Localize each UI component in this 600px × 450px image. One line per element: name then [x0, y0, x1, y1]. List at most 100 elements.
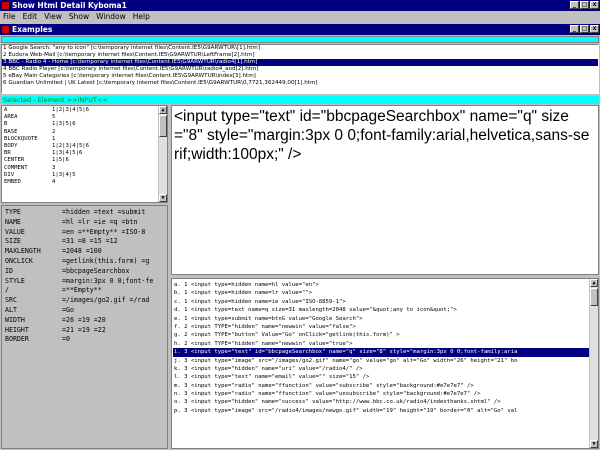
tag-document-counts: 1|3|5|6	[52, 121, 76, 128]
source-line[interactable]: f. 2 <input TYPE="hidden" name="newwin" …	[173, 323, 590, 331]
minimize-button[interactable]: _	[570, 1, 579, 9]
scrollbar-thumb[interactable]	[159, 115, 167, 137]
attribute-values: =/images/go2.gif =/rad	[62, 296, 150, 305]
attribute-values: =31 =8 =15 =12	[62, 237, 118, 246]
html-preview-panel[interactable]: <input type="text" id="bbcpageSearchbox"…	[171, 105, 599, 275]
scroll-up-icon[interactable]: ▲	[159, 106, 167, 114]
source-list-panel[interactable]: a. 1 <input type=hidden name=hl value="e…	[171, 278, 599, 449]
menu-show[interactable]: Show	[69, 11, 89, 22]
source-line[interactable]: k. 3 <input type="hidden" name="uri" val…	[173, 365, 590, 373]
attribute-name: ID	[5, 266, 13, 275]
scrollbar-thumb[interactable]	[590, 288, 598, 306]
attribute-name: ALT	[5, 305, 17, 314]
tag-list-item[interactable]: BODY 1|2|3|4|5|6	[4, 143, 159, 150]
scroll-down-icon[interactable]: ▼	[590, 440, 598, 448]
document-list-item[interactable]: 6 Guardian Unlimited | UK Latest [c:\tem…	[2, 80, 598, 87]
attribute-row: BORDER =0	[5, 335, 153, 345]
tag-name: COMMENT	[4, 164, 28, 171]
source-line[interactable]: n. 3 <input type="radio" name="ffunction…	[173, 390, 590, 398]
attribute-name: VALUE	[5, 227, 25, 236]
tag-list-item[interactable]: B 1|3|5|6	[4, 121, 159, 128]
tag-list-item[interactable]: BR 1|3|4|5|6	[4, 150, 159, 157]
attribute-row: WIDTH =26 =19 =20	[5, 316, 153, 326]
source-list-scrollbar[interactable]: ▲ ▼	[589, 279, 598, 448]
attribute-values: =2048 =100	[62, 247, 102, 256]
tag-list-item[interactable]: AREA 5	[4, 114, 159, 121]
scroll-down-icon[interactable]: ▼	[159, 194, 167, 202]
source-line[interactable]: j. 3 <input type="image" src="/images/go…	[173, 357, 590, 365]
source-line[interactable]: g. 2 <input TYPE="button" Value="Go" onC…	[173, 331, 590, 339]
tag-list-item[interactable]: BASE 2	[4, 129, 159, 136]
tag-document-counts: 1|2|3|4|5|6	[52, 142, 90, 149]
app-icon[interactable]	[2, 2, 9, 9]
document-list-item[interactable]: 5 eBay Main Categories [c:\temporary int…	[2, 73, 598, 80]
document-list-item[interactable]: 4 BBC Radio Player [c:\temporary interne…	[2, 66, 598, 73]
maximize-button[interactable]: □	[580, 1, 589, 9]
source-line[interactable]: m. 3 <input type="radio" name="ffunction…	[173, 382, 590, 390]
menu-view[interactable]: View	[44, 11, 62, 22]
source-line[interactable]: h. 2 <input TYPE="hidden" name="newwin" …	[173, 340, 590, 348]
source-line[interactable]: o. 3 <input type="hidden" name="success"…	[173, 398, 590, 406]
source-line[interactable]: a. 1 <input type=hidden name=hl value="e…	[173, 281, 590, 289]
attribute-name: ONCLICK	[5, 256, 33, 265]
attribute-name: WIDTH	[5, 315, 25, 324]
source-line[interactable]: b. 1 <input type=hidden name=lr value=""…	[173, 289, 590, 297]
document-list[interactable]: 1 Google Search: "any to icon" [c:\tempo…	[1, 44, 599, 94]
tag-list-item[interactable]: BLOCKQUOTE 1	[4, 136, 159, 143]
tag-list-item[interactable]: DIV 1|3|4|5	[4, 172, 159, 179]
document-list-item[interactable]: 2 Eudora Web-Mail [c:\temporary internet…	[2, 52, 598, 59]
source-line[interactable]: c. 1 <input type=hidden name=ie value="I…	[173, 298, 590, 306]
attribute-name: MAXLENGTH	[5, 247, 41, 256]
document-list-item[interactable]: 1 Google Search: "any to icon" [c:\tempo…	[2, 45, 598, 52]
scroll-up-icon[interactable]: ▲	[590, 279, 598, 287]
tag-name: B	[4, 121, 8, 128]
tag-name: BLOCKQUOTE	[4, 135, 38, 142]
attribute-name: /	[5, 286, 9, 295]
child-window-icon[interactable]	[2, 26, 9, 33]
source-line[interactable]: l. 3 <input type="text" name="email" val…	[173, 373, 590, 381]
tag-list-item[interactable]: CENTER 1|5|6	[4, 157, 159, 164]
tag-list[interactable]: A 1|2|3|4|5|6 AREA 5 B 1|3|5|6 BASE 2 BLOCKQUOTE…	[4, 107, 159, 186]
menu-file[interactable]: File	[3, 11, 16, 22]
source-line[interactable]: i. 3 <input type="text" id="bbcpageSearc…	[173, 348, 590, 357]
tag-list-scrollbar[interactable]: ▲ ▼	[158, 106, 167, 202]
document-list-item[interactable]: 3 BBC - Radio 4 - Home [c:\temporary int…	[2, 59, 598, 66]
tag-list-panel[interactable]: A 1|2|3|4|5|6 AREA 5 B 1|3|5|6 BASE 2 BLOCKQUOTE…	[1, 105, 168, 203]
attribute-row: STYLE =margin:3px 0 0;font-fe	[5, 277, 153, 287]
attribute-row: MAXLENGTH =2048 =100	[5, 247, 153, 257]
attribute-row: NAME =hl =lr =ie =q =btn	[5, 218, 153, 228]
tag-document-counts: 3	[52, 164, 56, 171]
html-preview-text: <input type="text" id="bbcpageSearchbox"…	[174, 108, 590, 163]
tag-document-counts: 1|5|6	[52, 157, 69, 164]
tag-name: CENTER	[4, 157, 25, 164]
child-close-button[interactable]: x	[590, 25, 599, 33]
source-line[interactable]: p. 3 <input type="image" src="/radio4/im…	[173, 407, 590, 415]
attribute-row: SRC =/images/go2.gif =/rad	[5, 296, 153, 306]
attribute-name: TYPE	[5, 208, 21, 216]
child-maximize-button[interactable]: □	[580, 25, 589, 33]
source-line[interactable]: e. 1 <input type=submit name=btnG value=…	[173, 315, 590, 323]
tag-list-item[interactable]: A 1|2|3|4|5|6	[4, 107, 159, 114]
attribute-name: HEIGHT	[5, 325, 29, 334]
tag-list-item[interactable]: COMMENT 3	[4, 165, 159, 172]
attribute-values: =getlink(this.form) =g	[62, 256, 150, 265]
window-title: Show Html Detail Kyboma1	[12, 1, 127, 10]
menu-help[interactable]: Help	[133, 11, 150, 22]
child-minimize-button[interactable]: _	[570, 25, 579, 33]
attribute-panel[interactable]: TYPE =hidden =text =submit NAME =hl =lr =ie…	[1, 205, 168, 449]
attribute-values: =en =**Empty** =ISO-8	[62, 227, 146, 236]
window-title-bar[interactable]: Show Html Detail Kyboma1 _ □ x	[0, 0, 600, 11]
attribute-row: TYPE =hidden =text =submit	[5, 208, 153, 218]
menu-window[interactable]: Window	[96, 11, 126, 22]
source-line[interactable]: d. 1 <input type=text name=q size=31 max…	[173, 306, 590, 314]
menu-edit[interactable]: Edit	[23, 11, 38, 22]
tag-list-item[interactable]: EMBED 4	[4, 179, 159, 186]
close-button[interactable]: x	[590, 1, 599, 9]
source-list[interactable]: a. 1 <input type=hidden name=hl value="e…	[173, 281, 590, 415]
tag-document-counts: 1|3|4|5|6	[52, 150, 83, 157]
tag-name: EMBED	[4, 178, 21, 185]
attribute-row: / =**Empty**	[5, 286, 153, 296]
tag-document-counts: 1	[52, 135, 56, 142]
document-filter-bar[interactable]	[1, 36, 599, 43]
child-window-title-bar[interactable]: Examples _ □ x	[0, 24, 600, 35]
